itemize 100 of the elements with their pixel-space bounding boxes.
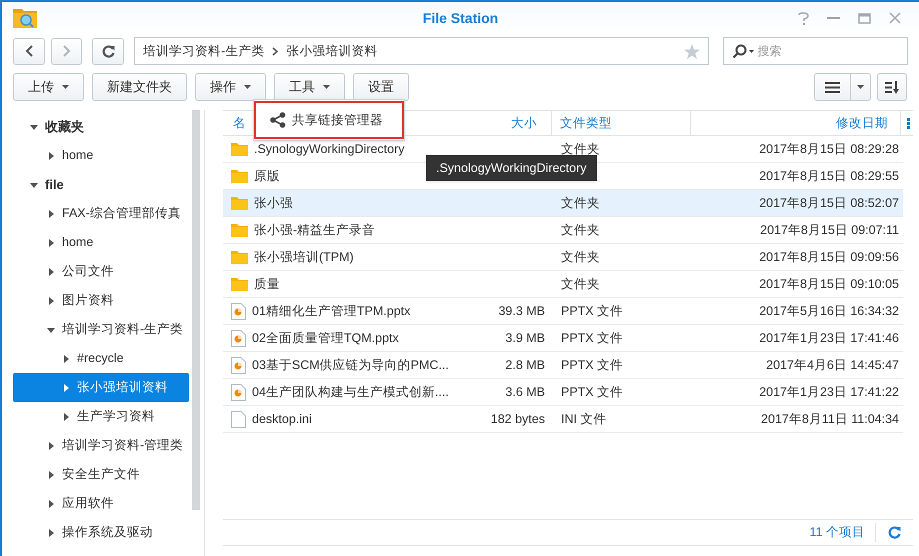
file-row[interactable]: 张小强-精益生产录音 文件夹 2017年8月15日 09:07:11: [223, 217, 903, 244]
presentation-file-icon: [231, 302, 246, 320]
tree-item[interactable]: 操作系统及驱动: [13, 518, 189, 547]
file-row[interactable]: desktop.ini 182 bytes INI 文件 2017年8月11日 11:04:34: [223, 406, 903, 433]
more-icon[interactable]: [907, 118, 910, 128]
item-count: 11 个项目: [810, 523, 876, 542]
modified-date: 2017年1月23日 17:41:22: [759, 384, 899, 401]
column-header[interactable]: 大小: [444, 111, 552, 135]
folder-icon: [231, 196, 248, 210]
menu-item[interactable]: 共享链接管理器: [254, 101, 404, 139]
folder-icon: [231, 223, 248, 237]
tree-item[interactable]: home: [13, 141, 189, 170]
forward-icon: [62, 45, 71, 57]
tree-item[interactable]: 张小强培训资料: [13, 373, 189, 402]
path-field[interactable]: 培训学习资料-生产类 张小强培训资料: [134, 37, 709, 65]
expand-arrow-icon[interactable]: [62, 354, 70, 362]
modified-date: 2017年8月15日 08:29:55: [759, 168, 899, 185]
expand-arrow-icon[interactable]: [47, 500, 55, 508]
tree-item[interactable]: 生产学习资料: [13, 402, 189, 431]
file-row[interactable]: 02全面质量管理TQM.pptx 3.9 MB PPTX 文件 2017年1月23日 17:41:46: [223, 325, 903, 352]
caret-icon: [62, 85, 69, 89]
file-type: 文件夹: [561, 276, 600, 291]
file-name: 04生产团队构建与生产模式创新....: [252, 384, 449, 401]
modified-date: 2017年8月15日 09:07:11: [760, 222, 899, 239]
sort-icon: [885, 80, 899, 94]
file-name: 质量: [254, 276, 280, 293]
expand-arrow-icon[interactable]: [47, 268, 55, 276]
expand-arrow-icon[interactable]: [47, 296, 55, 304]
collapse-arrow-icon[interactable]: [47, 326, 55, 334]
folder-icon: [231, 250, 248, 264]
expand-arrow-icon[interactable]: [47, 238, 55, 246]
file-name: 01精细化生产管理TPM.pptx: [252, 302, 410, 320]
breadcrumb-item[interactable]: 培训学习资料-生产类: [143, 42, 264, 60]
file-row[interactable]: 01精细化生产管理TPM.pptx 39.3 MB PPTX 文件 2017年5月16日 16:34:32: [223, 298, 903, 325]
tree-item[interactable]: FAX-综合管理部传真: [13, 199, 189, 228]
search-icon[interactable]: [732, 44, 754, 58]
expand-arrow-icon[interactable]: [47, 442, 55, 450]
star-icon[interactable]: [684, 44, 700, 58]
search-input[interactable]: 搜索: [758, 42, 898, 60]
collapse-arrow-icon[interactable]: [30, 180, 38, 188]
file-row[interactable]: 质量 文件夹 2017年8月15日 09:10:05: [223, 271, 903, 298]
caret-icon: [323, 85, 330, 89]
file-name: 原版: [254, 168, 280, 185]
file-row[interactable]: 03基于SCM供应链为导向的PMC... 2.8 MB PPTX 文件 2017年4月6日 14:45:47: [223, 352, 903, 379]
window-title: File Station: [422, 8, 498, 28]
modified-date: 2017年5月16日 16:34:32: [759, 302, 899, 320]
collapse-arrow-icon[interactable]: [30, 122, 38, 130]
file-size: 2.8 MB: [505, 356, 545, 374]
toolbar-button[interactable]: 上传: [13, 73, 84, 101]
file-name: desktop.ini: [252, 410, 312, 428]
back-button[interactable]: [13, 38, 45, 64]
file-row[interactable]: 张小强培训(TPM) 文件夹 2017年8月15日 09:09:56: [223, 244, 903, 271]
document-icon: [231, 410, 246, 428]
toolbar-button[interactable]: 操作: [195, 73, 266, 101]
toolbar-button[interactable]: 新建文件夹: [92, 73, 187, 101]
tooltip: .SynologyWorkingDirectory: [426, 155, 597, 181]
tree-item[interactable]: 培训学习资料-生产类: [13, 315, 189, 344]
tree-item[interactable]: 收藏夹: [13, 112, 189, 141]
column-header[interactable]: 修改日期: [691, 111, 901, 135]
file-type: 文件夹: [561, 142, 600, 156]
file-row[interactable]: 04生产团队构建与生产模式创新.... 3.6 MB PPTX 文件 2017年1月23日 17:41:22: [223, 379, 903, 406]
file-name: 02全面质量管理TQM.pptx: [252, 330, 399, 347]
sort-button[interactable]: [877, 73, 907, 101]
folder-icon: [231, 142, 248, 156]
file-name: 03基于SCM供应链为导向的PMC...: [252, 356, 449, 374]
tree-item[interactable]: home: [13, 228, 189, 257]
tree-item[interactable]: 安全生产文件: [13, 460, 189, 489]
refresh-icon: [102, 44, 115, 58]
modified-date: 2017年8月15日 09:10:05: [759, 276, 899, 293]
column-header[interactable]: 文件类型: [552, 111, 691, 135]
refresh-button[interactable]: [92, 38, 124, 64]
presentation-file-icon: [231, 330, 246, 346]
tree-item[interactable]: file: [13, 170, 189, 199]
expand-arrow-icon[interactable]: [62, 384, 70, 392]
toolbar-button[interactable]: 设置: [353, 73, 409, 101]
file-type: 文件夹: [561, 250, 600, 264]
search-box[interactable]: 搜索: [722, 37, 908, 65]
expand-arrow-icon[interactable]: [47, 210, 55, 218]
file-row[interactable]: 张小强 文件夹 2017年8月15日 08:52:07: [223, 190, 903, 217]
tree-item[interactable]: 公司文件: [13, 257, 189, 286]
tree-item[interactable]: 应用软件: [13, 489, 189, 518]
share-icon: [270, 112, 286, 128]
modified-date: 2017年8月15日 08:52:07: [759, 194, 899, 212]
toolbar-button[interactable]: 工具: [274, 73, 345, 101]
tree-item[interactable]: #recycle: [13, 344, 189, 373]
scrollbar[interactable]: [192, 110, 200, 510]
file-type: PPTX 文件: [561, 358, 624, 372]
tree-item[interactable]: 培训学习资料-管理类: [13, 431, 189, 460]
file-type: PPTX 文件: [561, 384, 624, 399]
tree-item[interactable]: 图片资料: [13, 286, 189, 315]
breadcrumb-item[interactable]: 张小强培训资料: [286, 42, 378, 60]
expand-arrow-icon[interactable]: [47, 470, 55, 478]
expand-arrow-icon[interactable]: [62, 412, 70, 420]
expand-arrow-icon[interactable]: [47, 152, 55, 160]
file-type: PPTX 文件: [561, 304, 624, 318]
expand-arrow-icon[interactable]: [47, 528, 55, 536]
presentation-file-icon: [231, 356, 246, 374]
refresh-icon[interactable]: [888, 526, 901, 539]
file-type: 文件夹: [561, 196, 600, 210]
modified-date: 2017年4月6日 14:45:47: [766, 356, 899, 374]
